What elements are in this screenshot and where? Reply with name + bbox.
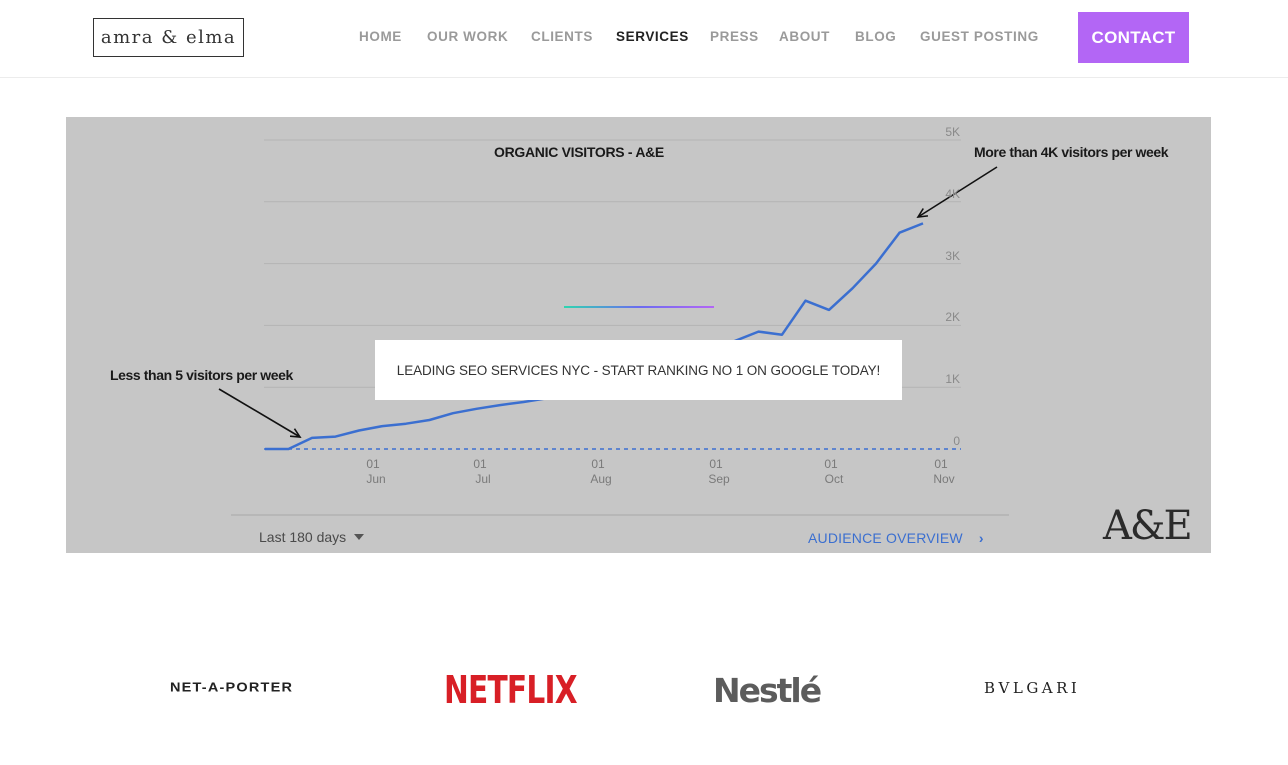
audience-overview-label: AUDIENCE OVERVIEW [808,530,963,546]
ae-brand-mark: A&E [1103,503,1193,549]
nav-guest-posting[interactable]: GUEST POSTING [920,29,1039,44]
hero-headline: LEADING SEO SERVICES NYC - START RANKING… [396,362,881,378]
decorative-gradient-line [564,306,714,308]
y-tick-label: 0 [953,434,960,448]
nav-home[interactable]: HOME [359,29,402,44]
annotation-low: Less than 5 visitors per week [110,367,293,383]
contact-button[interactable]: CONTACT [1078,12,1189,63]
x-tick-label: 01 Sep [708,457,730,486]
hero-chart-image: ORGANIC VISITORS - A&E More than 4K visi… [66,117,1211,553]
client-logos: NET-A-PORTER NETFLIX Nestlé BVLGARI [0,660,1288,720]
site-header: amra & elma HOME OUR WORK CLIENTS SERVIC… [0,0,1288,78]
netflix-logo: NETFLIX [444,668,578,712]
nav-press[interactable]: PRESS [710,29,759,44]
y-tick-label: 2K [945,310,960,325]
caret-down-icon [354,534,365,540]
annotation-high: More than 4K visitors per week [974,144,1169,160]
audience-overview-link[interactable]: AUDIENCE OVERVIEW › [808,530,984,546]
y-tick-label: 5K [945,125,960,139]
nav-clients[interactable]: CLIENTS [531,29,593,44]
y-tick-label: 3K [945,248,960,263]
annotation-arrow-low [218,388,302,438]
hero-overlay-card: LEADING SEO SERVICES NYC - START RANKING… [375,340,902,400]
x-tick-label: 01 Oct [824,457,844,486]
nav-about[interactable]: ABOUT [779,29,830,44]
net-a-porter-logo: NET-A-PORTER [170,680,294,696]
bvlgari-logo: BVLGARI [984,679,1081,697]
nav-blog[interactable]: BLOG [855,29,896,44]
y-tick-label: 4K [945,186,960,201]
x-tick-label: 01 Nov [933,457,955,486]
chart-title: ORGANIC VISITORS - A&E [494,144,664,160]
date-range-label: Last 180 days [259,529,347,545]
y-tick-label: 1K [945,372,960,387]
organic-visitors-chart [218,139,1009,516]
x-tick-label: 01 Aug [590,457,612,486]
nav-our-work[interactable]: OUR WORK [427,29,508,44]
x-tick-label: 01 Jul [473,457,491,486]
visitors-series-line [265,222,924,451]
x-tick-label: 01 Jun [366,457,386,486]
date-range-select[interactable]: Last 180 days [259,529,365,545]
chevron-right-icon: › [978,530,984,546]
nestle-logo: Nestlé [713,671,822,710]
nav-services[interactable]: SERVICES [616,29,689,44]
